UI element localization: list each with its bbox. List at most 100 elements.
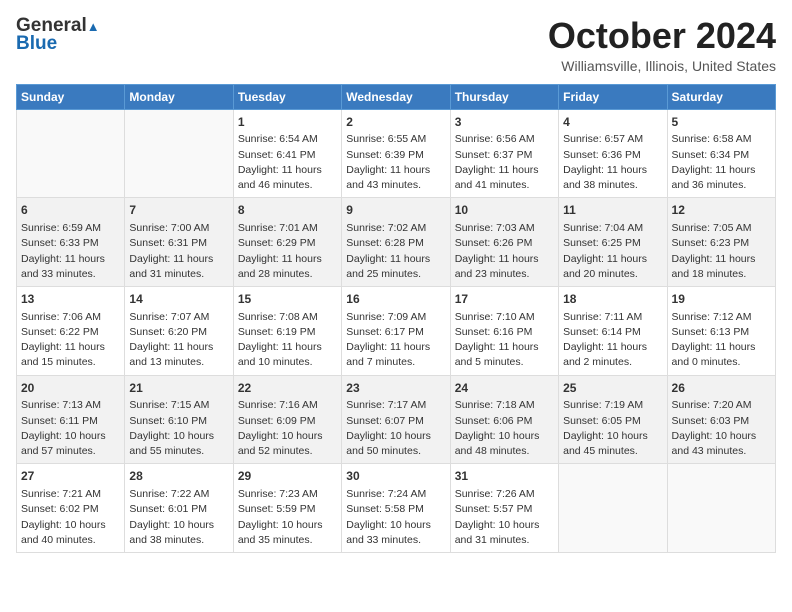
day-info: Sunrise: 7:19 AMSunset: 6:05 PMDaylight:… [563, 398, 662, 459]
calendar-cell: 1Sunrise: 6:54 AMSunset: 6:41 PMDaylight… [233, 109, 341, 198]
day-info: Sunrise: 7:10 AMSunset: 6:16 PMDaylight:… [455, 310, 554, 371]
calendar-cell: 9 Sunrise: 7:02 AMSunset: 6:28 PMDaylight… [342, 198, 450, 287]
calendar-week-1: 1Sunrise: 6:54 AMSunset: 6:41 PMDaylight… [17, 109, 776, 198]
day-number: 30 [346, 468, 445, 485]
day-number: 1 [238, 114, 337, 131]
calendar-cell: 6 Sunrise: 6:59 AMSunset: 6:33 PMDaylight… [17, 198, 125, 287]
calendar-body: 1Sunrise: 6:54 AMSunset: 6:41 PMDaylight… [17, 109, 776, 552]
day-number: 8 [238, 202, 337, 219]
day-info: Sunrise: 6:59 AMSunset: 6:33 PMDaylight:… [21, 221, 120, 282]
calendar-cell: 17 Sunrise: 7:10 AMSunset: 6:16 PMDayligh… [450, 286, 558, 375]
day-number: 6 [21, 202, 120, 219]
day-number: 29 [238, 468, 337, 485]
calendar-cell: 31Sunrise: 7:26 AMSunset: 5:57 PMDayligh… [450, 464, 558, 553]
day-number: 14 [129, 291, 228, 308]
calendar-cell: 24Sunrise: 7:18 AMSunset: 6:06 PMDayligh… [450, 375, 558, 464]
calendar-cell: 11 Sunrise: 7:04 AMSunset: 6:25 PMDayligh… [559, 198, 667, 287]
calendar-cell: 22Sunrise: 7:16 AMSunset: 6:09 PMDayligh… [233, 375, 341, 464]
day-number: 26 [672, 380, 771, 397]
calendar-cell: 4Sunrise: 6:57 AMSunset: 6:36 PMDaylight… [559, 109, 667, 198]
weekday-header-thursday: Thursday [450, 84, 558, 109]
calendar-cell: 18 Sunrise: 7:11 AMSunset: 6:14 PMDayligh… [559, 286, 667, 375]
day-info: Sunrise: 7:09 AMSunset: 6:17 PMDaylight:… [346, 310, 445, 371]
page-header: General▲ Blue October 2024 Williamsville… [16, 16, 776, 74]
day-info: Sunrise: 7:00 AMSunset: 6:31 PMDaylight:… [129, 221, 228, 282]
calendar-cell: 5Sunrise: 6:58 AMSunset: 6:34 PMDaylight… [667, 109, 775, 198]
weekday-header-sunday: Sunday [17, 84, 125, 109]
calendar-week-5: 27Sunrise: 7:21 AMSunset: 6:02 PMDayligh… [17, 464, 776, 553]
day-number: 19 [672, 291, 771, 308]
day-number: 12 [672, 202, 771, 219]
day-info: Sunrise: 7:12 AMSunset: 6:13 PMDaylight:… [672, 310, 771, 371]
calendar-table: SundayMondayTuesdayWednesdayThursdayFrid… [16, 84, 776, 553]
day-info: Sunrise: 7:18 AMSunset: 6:06 PMDaylight:… [455, 398, 554, 459]
calendar-cell: 13 Sunrise: 7:06 AMSunset: 6:22 PMDayligh… [17, 286, 125, 375]
calendar-cell: 19 Sunrise: 7:12 AMSunset: 6:13 PMDayligh… [667, 286, 775, 375]
weekday-header-wednesday: Wednesday [342, 84, 450, 109]
logo-blue: Blue [16, 33, 57, 55]
calendar-cell [667, 464, 775, 553]
weekday-header-saturday: Saturday [667, 84, 775, 109]
calendar-cell: 12 Sunrise: 7:05 AMSunset: 6:23 PMDayligh… [667, 198, 775, 287]
day-number: 20 [21, 380, 120, 397]
day-number: 21 [129, 380, 228, 397]
calendar-cell: 23Sunrise: 7:17 AMSunset: 6:07 PMDayligh… [342, 375, 450, 464]
day-info: Sunrise: 6:54 AMSunset: 6:41 PMDaylight:… [238, 132, 337, 193]
day-number: 9 [346, 202, 445, 219]
day-info: Sunrise: 6:56 AMSunset: 6:37 PMDaylight:… [455, 132, 554, 193]
calendar-week-2: 6 Sunrise: 6:59 AMSunset: 6:33 PMDaylight… [17, 198, 776, 287]
day-info: Sunrise: 6:55 AMSunset: 6:39 PMDaylight:… [346, 132, 445, 193]
weekday-header-monday: Monday [125, 84, 233, 109]
day-number: 22 [238, 380, 337, 397]
calendar-cell: 27Sunrise: 7:21 AMSunset: 6:02 PMDayligh… [17, 464, 125, 553]
day-info: Sunrise: 7:22 AMSunset: 6:01 PMDaylight:… [129, 487, 228, 548]
day-info: Sunrise: 7:23 AMSunset: 5:59 PMDaylight:… [238, 487, 337, 548]
calendar-cell [17, 109, 125, 198]
calendar-cell: 26Sunrise: 7:20 AMSunset: 6:03 PMDayligh… [667, 375, 775, 464]
day-number: 2 [346, 114, 445, 131]
day-info: Sunrise: 7:07 AMSunset: 6:20 PMDaylight:… [129, 310, 228, 371]
day-info: Sunrise: 7:17 AMSunset: 6:07 PMDaylight:… [346, 398, 445, 459]
calendar-cell: 21Sunrise: 7:15 AMSunset: 6:10 PMDayligh… [125, 375, 233, 464]
calendar-cell: 25Sunrise: 7:19 AMSunset: 6:05 PMDayligh… [559, 375, 667, 464]
day-info: Sunrise: 7:05 AMSunset: 6:23 PMDaylight:… [672, 221, 771, 282]
calendar-cell: 3Sunrise: 6:56 AMSunset: 6:37 PMDaylight… [450, 109, 558, 198]
day-info: Sunrise: 7:06 AMSunset: 6:22 PMDaylight:… [21, 310, 120, 371]
calendar-cell: 7 Sunrise: 7:00 AMSunset: 6:31 PMDaylight… [125, 198, 233, 287]
month-title: October 2024 [548, 16, 776, 56]
day-info: Sunrise: 7:02 AMSunset: 6:28 PMDaylight:… [346, 221, 445, 282]
logo: General▲ Blue [16, 16, 100, 55]
day-number: 18 [563, 291, 662, 308]
day-number: 4 [563, 114, 662, 131]
day-number: 15 [238, 291, 337, 308]
location: Williamsville, Illinois, United States [548, 58, 776, 74]
weekday-header-tuesday: Tuesday [233, 84, 341, 109]
calendar-cell [559, 464, 667, 553]
day-info: Sunrise: 7:26 AMSunset: 5:57 PMDaylight:… [455, 487, 554, 548]
calendar-cell: 16 Sunrise: 7:09 AMSunset: 6:17 PMDayligh… [342, 286, 450, 375]
day-number: 13 [21, 291, 120, 308]
calendar-cell: 20Sunrise: 7:13 AMSunset: 6:11 PMDayligh… [17, 375, 125, 464]
calendar-week-3: 13 Sunrise: 7:06 AMSunset: 6:22 PMDayligh… [17, 286, 776, 375]
day-info: Sunrise: 6:57 AMSunset: 6:36 PMDaylight:… [563, 132, 662, 193]
day-number: 10 [455, 202, 554, 219]
day-number: 5 [672, 114, 771, 131]
day-number: 17 [455, 291, 554, 308]
day-info: Sunrise: 7:01 AMSunset: 6:29 PMDaylight:… [238, 221, 337, 282]
calendar-cell: 28Sunrise: 7:22 AMSunset: 6:01 PMDayligh… [125, 464, 233, 553]
day-info: Sunrise: 7:24 AMSunset: 5:58 PMDaylight:… [346, 487, 445, 548]
day-info: Sunrise: 7:21 AMSunset: 6:02 PMDaylight:… [21, 487, 120, 548]
day-info: Sunrise: 7:08 AMSunset: 6:19 PMDaylight:… [238, 310, 337, 371]
weekday-header-row: SundayMondayTuesdayWednesdayThursdayFrid… [17, 84, 776, 109]
day-number: 16 [346, 291, 445, 308]
day-info: Sunrise: 7:04 AMSunset: 6:25 PMDaylight:… [563, 221, 662, 282]
title-block: October 2024 Williamsville, Illinois, Un… [548, 16, 776, 74]
day-info: Sunrise: 7:11 AMSunset: 6:14 PMDaylight:… [563, 310, 662, 371]
day-number: 11 [563, 202, 662, 219]
day-info: Sunrise: 7:16 AMSunset: 6:09 PMDaylight:… [238, 398, 337, 459]
day-info: Sunrise: 7:03 AMSunset: 6:26 PMDaylight:… [455, 221, 554, 282]
calendar-cell: 2Sunrise: 6:55 AMSunset: 6:39 PMDaylight… [342, 109, 450, 198]
day-number: 7 [129, 202, 228, 219]
calendar-cell: 30 Sunrise: 7:24 AMSunset: 5:58 PMDayligh… [342, 464, 450, 553]
calendar-cell: 14 Sunrise: 7:07 AMSunset: 6:20 PMDayligh… [125, 286, 233, 375]
